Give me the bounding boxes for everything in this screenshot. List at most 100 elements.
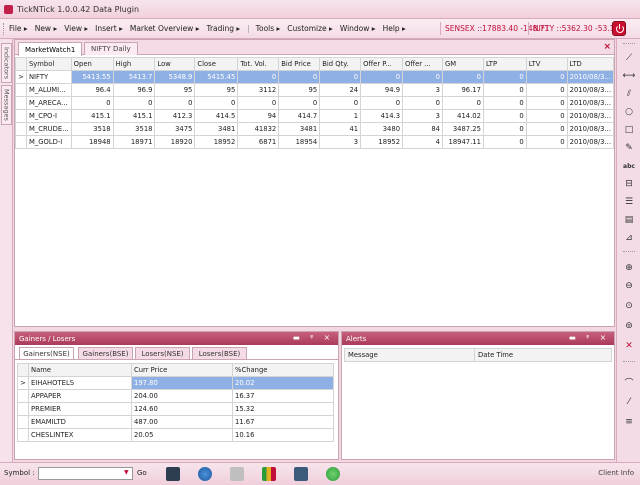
- client-info[interactable]: Client Info: [598, 469, 634, 477]
- table-cell: 414.5: [194, 109, 239, 123]
- table-row[interactable]: M_GOLD-I 18948 18971 18920 18952 6871 18954 3 18…: [15, 135, 615, 149]
- chevron-down-icon[interactable]: ▼: [124, 469, 129, 476]
- zoom-in-icon[interactable]: ⊕: [622, 261, 636, 275]
- table-cell: 3481: [278, 122, 321, 136]
- panel-controls[interactable]: ▬ ᵠ ×: [293, 333, 334, 342]
- table-row[interactable]: > NIFTY 5413.55 5413.7 5348.9 5415.45 0 0 0 0 0 0 0 0…: [15, 70, 615, 84]
- table-cell: 10.16: [232, 428, 334, 442]
- calculator-icon[interactable]: [230, 467, 244, 481]
- rectangle-icon[interactable]: □: [622, 123, 636, 137]
- table-cell: 20.02: [232, 376, 334, 390]
- column-header[interactable]: Curr Price: [131, 363, 233, 377]
- channel-icon[interactable]: ⊟: [622, 177, 636, 191]
- tab-gainers-bse[interactable]: Gainers(BSE): [78, 347, 133, 360]
- tab-marketwatch1[interactable]: MarketWatch1: [18, 42, 83, 56]
- zoom-reset-icon[interactable]: ⊚: [622, 319, 636, 333]
- menu-window[interactable]: Window ▸: [340, 24, 376, 33]
- table-row[interactable]: PREMIER 124.60 15.32: [17, 402, 334, 416]
- fib-icon[interactable]: ⫽: [622, 87, 636, 101]
- go-button[interactable]: Go: [137, 469, 147, 477]
- table-cell: 197.80: [131, 376, 233, 390]
- text-icon[interactable]: abc: [622, 159, 636, 173]
- column-header[interactable]: Low: [154, 57, 196, 71]
- column-header[interactable]: Tot. Vol.: [237, 57, 280, 71]
- table-row[interactable]: > EIHAHOTELS 197.80 20.02: [17, 376, 334, 390]
- column-header[interactable]: LTD: [566, 57, 615, 71]
- table-cell: 0: [525, 122, 568, 136]
- side-tab-indicators[interactable]: Indicators: [1, 43, 12, 83]
- chart-icon[interactable]: [166, 467, 180, 481]
- table-row[interactable]: APPAPER 204.00 16.37: [17, 389, 334, 403]
- column-header[interactable]: Date Time: [474, 348, 612, 362]
- ellipse-icon[interactable]: ○: [622, 105, 636, 119]
- table-cell: 0: [237, 70, 280, 84]
- refresh-icon[interactable]: [326, 467, 340, 481]
- market-watch-table: Symbol Open High Low Close Tot. Vol. Bid…: [15, 57, 615, 149]
- column-header[interactable]: GM: [441, 57, 484, 71]
- delete-icon[interactable]: ✕: [622, 339, 636, 353]
- table-cell: 0: [319, 70, 362, 84]
- column-header[interactable]: Symbol: [25, 57, 72, 71]
- arrow-icon[interactable]: ⟷: [622, 69, 636, 83]
- column-header[interactable]: LTP: [482, 57, 527, 71]
- column-header[interactable]: Open: [70, 57, 114, 71]
- line-icon[interactable]: ⟋: [622, 51, 636, 65]
- crosshair-icon[interactable]: ⌒: [622, 375, 636, 389]
- row-indicator: [15, 109, 27, 123]
- draw-icon[interactable]: ⁄: [622, 395, 636, 409]
- menu-market-overview[interactable]: Market Overview ▸: [130, 24, 200, 33]
- tab-losers-bse[interactable]: Losers(BSE): [192, 347, 247, 360]
- table-row[interactable]: EMAMILTD 487.00 11.67: [17, 415, 334, 429]
- tab-gainers-nse[interactable]: Gainers(NSE): [19, 347, 74, 360]
- column-header[interactable]: LTV: [525, 57, 568, 71]
- column-header[interactable]: Message: [344, 348, 475, 362]
- toolbar-grip: [623, 361, 635, 362]
- scanner-icon[interactable]: [294, 467, 308, 481]
- menu-icon[interactable]: ≡: [622, 415, 636, 429]
- column-header[interactable]: Bid Price: [278, 57, 321, 71]
- tab-nifty-daily[interactable]: NIFTY Daily: [84, 42, 138, 55]
- side-tab-messages[interactable]: Messages: [1, 85, 12, 125]
- zoom-out-icon[interactable]: ⊖: [622, 279, 636, 293]
- pencil-icon[interactable]: ✎: [622, 141, 636, 155]
- column-header[interactable]: Name: [28, 363, 132, 377]
- symbol-input[interactable]: [38, 467, 133, 480]
- table-cell: 96.9: [112, 83, 156, 97]
- fan-icon[interactable]: ⊿: [622, 231, 636, 245]
- table-row[interactable]: M_ALUMI... 96.4 96.9 95 95 3112 95 24 94.9 3 96.17…: [15, 83, 615, 97]
- column-header[interactable]: Offer P...: [360, 57, 404, 71]
- table-cell: 415.1: [112, 109, 156, 123]
- table-header-row: Message Date Time: [344, 348, 612, 362]
- table-row[interactable]: M_CPO-I 415.1 415.1 412.3 414.5 94 414.7 1 414.3…: [15, 109, 615, 123]
- menu-view[interactable]: View ▸: [64, 24, 88, 33]
- close-icon[interactable]: ×: [603, 42, 611, 52]
- column-header[interactable]: %Change: [232, 363, 334, 377]
- table-row[interactable]: M_CRUDE... 3518 3518 3475 3481 41832 3481 41 348…: [15, 122, 615, 136]
- panel-controls[interactable]: ▬ ᵠ ×: [569, 333, 610, 342]
- table-row[interactable]: M_ARECA... 0 0 0 0 0 0 0 0 0 0 0 0 2010/08/3...: [15, 96, 615, 110]
- table-row[interactable]: CHESLINTEX 20.05 10.16: [17, 428, 334, 442]
- grid-icon[interactable]: ▤: [622, 213, 636, 227]
- menu-tools[interactable]: Tools ▸: [256, 24, 281, 33]
- menu-customize[interactable]: Customize ▸: [287, 24, 333, 33]
- menu-new[interactable]: New ▸: [35, 24, 58, 33]
- zoom-fit-icon[interactable]: ⊙: [622, 299, 636, 313]
- table-cell: M_GOLD-I: [25, 135, 72, 149]
- table-cell: 18954: [278, 135, 321, 149]
- symbol-label: Symbol :: [4, 469, 35, 477]
- menu-help[interactable]: Help ▸: [383, 24, 406, 33]
- globe-icon[interactable]: [198, 467, 212, 481]
- menu-insert[interactable]: Insert ▸: [95, 24, 123, 33]
- menu-file[interactable]: File ▸: [9, 24, 28, 33]
- column-header[interactable]: High: [112, 57, 156, 71]
- gann-icon[interactable]: ☰: [622, 195, 636, 209]
- column-header[interactable]: Close: [194, 57, 239, 71]
- bar-chart-icon[interactable]: [262, 467, 276, 481]
- table-cell: 2010/08/3...: [566, 70, 615, 84]
- table-cell: M_CRUDE...: [25, 122, 72, 136]
- column-header[interactable]: Bid Qty.: [319, 57, 362, 71]
- tab-losers-nse[interactable]: Losers(NSE): [135, 347, 190, 360]
- column-header[interactable]: Offer ...: [402, 57, 443, 71]
- power-icon[interactable]: [612, 21, 626, 36]
- menu-trading[interactable]: Trading ▸: [206, 24, 240, 33]
